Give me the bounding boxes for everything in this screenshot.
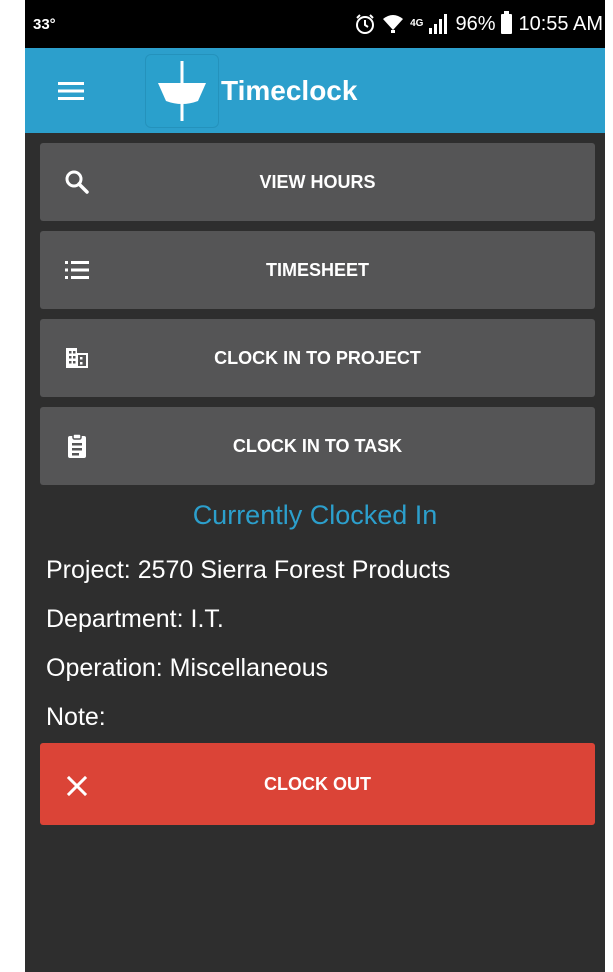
wifi-icon — [382, 14, 404, 34]
operation-info: Operation: Miscellaneous — [46, 654, 329, 682]
clock-in-project-button[interactable]: CLOCK IN TO PROJECT — [40, 319, 595, 397]
battery-percent: 96% — [455, 12, 496, 35]
temperature-readout: 33° — [33, 15, 56, 33]
view-hours-button[interactable]: VIEW HOURS — [40, 143, 595, 221]
clocked-in-heading: Currently Clocked In — [192, 500, 438, 530]
clock-in-task-label: CLOCK IN TO TASK — [232, 436, 403, 456]
signal-icon — [429, 14, 449, 34]
clock-in-task-button[interactable]: CLOCK IN TO TASK — [40, 407, 595, 485]
menu-button[interactable] — [41, 61, 101, 121]
department-info: Department: I.T. — [46, 605, 224, 633]
app-bar: Timeclock — [25, 48, 605, 133]
phone-screen: 33° 4G 96% 10:55 AM Timeclock VIEW HOURS… — [25, 0, 605, 972]
app-logo — [145, 53, 219, 128]
timesheet-button[interactable]: TIMESHEET — [40, 231, 595, 309]
view-hours-label: VIEW HOURS — [259, 172, 376, 192]
timesheet-label: TIMESHEET — [265, 260, 369, 280]
clock-out-label: CLOCK OUT — [264, 774, 371, 794]
battery-icon — [501, 11, 513, 34]
clock-time: 10:55 AM — [518, 12, 603, 35]
alarm-icon — [354, 13, 376, 35]
project-info: Project: 2570 Sierra Forest Products — [46, 556, 451, 584]
app-title: Timeclock — [221, 74, 358, 106]
hamburger-menu-icon — [58, 81, 84, 100]
status-bar: 33° 4G 96% 10:55 AM — [25, 0, 605, 48]
network-type-label: 4G — [410, 18, 424, 29]
clock-out-button[interactable]: CLOCK OUT — [40, 743, 595, 825]
clock-in-project-label: CLOCK IN TO PROJECT — [214, 348, 421, 368]
note-info: Note: — [46, 703, 106, 731]
